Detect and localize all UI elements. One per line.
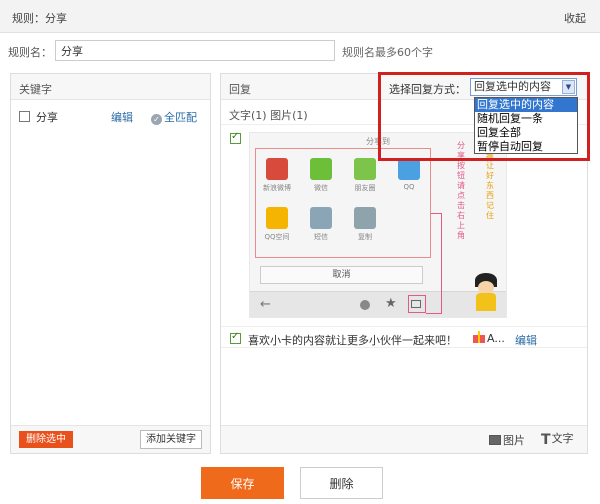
qzone-icon	[266, 207, 288, 229]
keyword-panel-footer: 删除选中 添加关键字	[11, 425, 210, 453]
add-image-label: 图片	[503, 434, 525, 447]
delete-button[interactable]: 删除	[300, 467, 383, 499]
star-icon: ★	[385, 296, 397, 311]
rule-name-input[interactable]	[55, 40, 335, 61]
reply-summary: 文字(1) 图片(1)	[229, 109, 308, 122]
browser-nav-strip: ← ★	[250, 291, 506, 317]
check-circle-icon: ✓	[151, 114, 162, 125]
rule-header: 规则：分享 收起	[0, 0, 600, 33]
cartoon-girl-illustration	[471, 273, 501, 313]
rule-title: 规则：分享	[12, 12, 67, 25]
share-label-qq: QQ	[403, 183, 415, 191]
keyword-row: 分享 编辑 ✓ 全匹配	[19, 109, 204, 125]
text-icon: T	[541, 432, 551, 448]
wechat-icon	[310, 158, 332, 180]
add-text-button[interactable]: T文字	[541, 430, 574, 448]
highlight-box	[378, 72, 590, 161]
text-reply-row: 喜欢小卡的内容就让更多小伙伴一起来吧！ A... 编辑	[221, 326, 587, 348]
reply-panel-title: 回复	[229, 83, 251, 96]
text-reply-checkbox[interactable]	[230, 331, 241, 344]
keyword-match-label: 全匹配	[164, 111, 197, 124]
share-sheet-grid: 新浪微博 微信 朋友圈 QQ QQ空间 短信 复制	[255, 148, 431, 258]
share-label-wechat: 微信	[314, 184, 328, 192]
connector-line	[426, 313, 442, 314]
sms-icon	[310, 207, 332, 229]
keyword-match-toggle[interactable]: ✓ 全匹配	[151, 109, 197, 125]
text-reply-content: 喜欢小卡的内容就让更多小伙伴一起来吧！	[248, 334, 457, 347]
chat-bubble-icon	[360, 300, 370, 310]
share-label-moments: 朋友圈	[354, 184, 376, 192]
weibo-icon	[266, 158, 288, 180]
share-label-qzone: QQ空间	[264, 233, 290, 241]
add-text-label: 文字	[551, 432, 574, 445]
add-keyword-button[interactable]: 添加关键字	[140, 430, 202, 449]
rule-name-hint: 规则名最多60个字	[342, 46, 433, 59]
collapse-link[interactable]: 收起	[564, 10, 586, 26]
keyword-panel: 关键字 分享 编辑 ✓ 全匹配 删除选中 添加关键字	[10, 73, 211, 454]
copy-icon	[354, 207, 376, 229]
reply-panel-footer: 图片 T文字	[221, 425, 587, 453]
gift-icon	[473, 331, 485, 343]
share-label-weibo: 新浪微博	[263, 184, 291, 192]
keyword-panel-title: 关键字	[19, 83, 52, 96]
text-reply-attachment: A...	[487, 332, 505, 345]
share-label-sms: 短信	[314, 233, 328, 241]
save-button[interactable]: 保存	[201, 467, 284, 499]
delete-selected-button[interactable]: 删除选中	[19, 431, 73, 448]
keyword-checkbox[interactable]	[19, 111, 30, 122]
moments-icon	[354, 158, 376, 180]
add-image-button[interactable]: 图片	[489, 432, 525, 448]
back-arrow-icon: ←	[260, 297, 271, 312]
image-icon	[489, 435, 501, 445]
keyword-panel-header: 关键字	[11, 74, 210, 100]
text-reply-edit-link[interactable]: 编辑	[515, 332, 537, 348]
share-label-copy: 复制	[358, 233, 372, 241]
qq-icon	[398, 158, 420, 180]
keyword-text: 分享	[36, 111, 58, 124]
connector-line	[431, 213, 441, 214]
image-reply-checkbox[interactable]	[230, 131, 241, 144]
connector-line	[441, 213, 442, 313]
share-cancel-bar: 取消	[260, 266, 423, 284]
share-arrow-icon	[411, 300, 421, 308]
keyword-edit-link[interactable]: 编辑	[111, 109, 133, 125]
rule-name-label: 规则名：	[8, 46, 52, 59]
